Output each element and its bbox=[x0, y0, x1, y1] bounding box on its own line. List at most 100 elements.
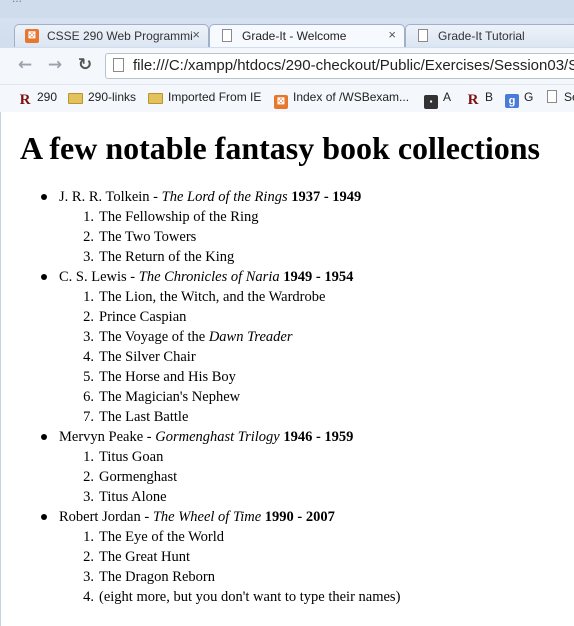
book-item: 3. The Voyage of the Dawn Treader bbox=[59, 327, 400, 347]
collections-list: J. R. R. Tolkein - The Lord of the Rings… bbox=[1, 187, 400, 607]
forward-arrow-icon[interactable]: → bbox=[44, 54, 66, 76]
tab-strip: ⊠ CSSE 290 Web Programmi × Grade-It - We… bbox=[0, 20, 574, 48]
window-title: ... bbox=[12, 0, 22, 5]
collection-item: C. S. Lewis - The Chronicles of Naria 19… bbox=[1, 267, 400, 427]
series-title: The Lord of the Rings bbox=[161, 189, 288, 205]
page-icon bbox=[113, 58, 125, 73]
bookmark-290[interactable]: R 290 bbox=[18, 90, 57, 108]
page-content: A few notable fantasy book collections J… bbox=[0, 112, 574, 626]
book-number: 7. bbox=[83, 409, 94, 425]
book-number: 1. bbox=[83, 209, 94, 225]
book-item: 1. The Lion, the Witch, and the Wardrobe bbox=[59, 287, 400, 307]
book-number: 2. bbox=[83, 469, 94, 485]
bookmarks-bar: R 290 290-links Imported From IE ⊠ Index o… bbox=[0, 84, 574, 112]
folder-icon bbox=[68, 93, 83, 104]
book-number: 3. bbox=[83, 249, 94, 265]
book-number: 3. bbox=[83, 329, 94, 345]
back-arrow-icon[interactable]: ← bbox=[14, 54, 36, 76]
books-list: 1. The Fellowship of the Ring 2. The Two To… bbox=[59, 207, 400, 267]
book-title: The Great Hunt bbox=[99, 549, 190, 565]
page-icon bbox=[416, 29, 430, 43]
book-title: The Dragon Reborn bbox=[99, 569, 215, 585]
book-item: 3. The Return of the King bbox=[59, 247, 400, 267]
book-title: The Horse and His Boy bbox=[99, 369, 236, 385]
r-icon: R bbox=[19, 92, 31, 108]
tab-label: CSSE 290 Web Programmi bbox=[47, 29, 193, 43]
bookmark-index-wsbexam[interactable]: ⊠ Index of /WSBexam... bbox=[274, 90, 409, 109]
book-number: 4. bbox=[83, 589, 94, 605]
tab-grade-it-welcome[interactable]: Grade-It - Welcome × bbox=[209, 24, 405, 47]
book-number: 1. bbox=[83, 289, 94, 305]
book-item: 1. Titus Goan bbox=[59, 447, 400, 467]
publication-years: 1990 - 2007 bbox=[261, 509, 335, 525]
window-title-bar: ... bbox=[0, 0, 574, 18]
book-title: The Two Towers bbox=[99, 229, 197, 245]
book-title: The Last Battle bbox=[99, 409, 189, 425]
page-icon bbox=[220, 29, 234, 43]
bookmark-se[interactable]: Se bbox=[545, 90, 574, 106]
book-item: 5. The Horse and His Boy bbox=[59, 367, 400, 387]
series-title: Gormenghast Trilogy bbox=[155, 429, 280, 445]
book-number: 2. bbox=[83, 229, 94, 245]
tab-csse-290[interactable]: ⊠ CSSE 290 Web Programmi × bbox=[14, 24, 209, 47]
book-title: The Voyage of the bbox=[99, 329, 209, 345]
book-item: 3. The Dragon Reborn bbox=[59, 567, 400, 587]
tab-grade-it-tutorial[interactable]: Grade-It Tutorial bbox=[405, 24, 574, 47]
book-item: 6. The Magician's Nephew bbox=[59, 387, 400, 407]
book-number: 2. bbox=[83, 309, 94, 325]
close-tab-icon[interactable]: × bbox=[388, 27, 396, 42]
book-number: 3. bbox=[83, 569, 94, 585]
page-icon bbox=[545, 90, 559, 104]
author: C. S. Lewis - bbox=[59, 269, 139, 285]
series-title: The Chronicles of Naria bbox=[138, 269, 280, 285]
close-tab-icon[interactable]: × bbox=[192, 27, 200, 42]
bookmark-imported-from-ie[interactable]: Imported From IE bbox=[148, 90, 261, 106]
collection-item: Mervyn Peake - Gormenghast Trilogy 1946 … bbox=[1, 427, 400, 507]
bookmark-b[interactable]: RB bbox=[466, 90, 493, 108]
collection-heading: Mervyn Peake - Gormenghast Trilogy 1946 … bbox=[59, 427, 400, 447]
collection-item: J. R. R. Tolkein - The Lord of the Rings… bbox=[1, 187, 400, 267]
publication-years: 1946 - 1959 bbox=[279, 429, 354, 445]
book-title: Titus Alone bbox=[99, 489, 167, 505]
book-title: Gormenghast bbox=[99, 469, 178, 485]
reload-icon[interactable]: ↻ bbox=[74, 54, 96, 76]
publication-years: 1949 - 1954 bbox=[279, 269, 354, 285]
browser-chrome: ... ⊠ CSSE 290 Web Programmi × Grade-It … bbox=[0, 0, 574, 112]
book-title: The Return of the King bbox=[99, 249, 235, 265]
collection-heading: C. S. Lewis - The Chronicles of Naria 19… bbox=[59, 267, 400, 287]
book-item: 7. The Last Battle bbox=[59, 407, 400, 427]
book-number: 1. bbox=[83, 529, 94, 545]
book-item: 2. The Two Towers bbox=[59, 227, 400, 247]
author: J. R. R. Tolkein - bbox=[59, 189, 162, 205]
book-item: 1. The Eye of the World bbox=[59, 527, 400, 547]
collection-heading: Robert Jordan - The Wheel of Time 1990 -… bbox=[59, 507, 400, 527]
book-number: 1. bbox=[83, 449, 94, 465]
book-item: 2. Gormenghast bbox=[59, 467, 400, 487]
author: Robert Jordan - bbox=[59, 509, 153, 525]
book-title: The Silver Chair bbox=[99, 349, 196, 365]
book-title: The Lion, the Witch, and the Wardrobe bbox=[99, 289, 326, 305]
book-item: 2. Prince Caspian bbox=[59, 307, 400, 327]
book-title: (eight more, but you don't want to type … bbox=[99, 589, 401, 605]
collection-heading: J. R. R. Tolkein - The Lord of the Rings… bbox=[59, 187, 400, 207]
bookmark-a[interactable]: ▪ A bbox=[424, 90, 451, 109]
author: Mervyn Peake - bbox=[59, 429, 156, 445]
tab-label: Grade-It - Welcome bbox=[242, 29, 347, 43]
address-bar[interactable]: file:///C:/xampp/htdocs/290-checkout/Pub… bbox=[105, 53, 574, 79]
book-item: 3. Titus Alone bbox=[59, 487, 400, 507]
publication-years: 1937 - 1949 bbox=[287, 189, 362, 205]
dark-icon: ▪ bbox=[424, 95, 438, 109]
book-number: 4. bbox=[83, 349, 94, 365]
book-title: The Eye of the World bbox=[99, 529, 224, 545]
bookmark-g[interactable]: gG bbox=[505, 90, 533, 108]
address-bar-url[interactable]: file:///C:/xampp/htdocs/290-checkout/Pub… bbox=[133, 57, 574, 74]
bookmark-290-links[interactable]: 290-links bbox=[68, 90, 136, 106]
xampp-icon: ⊠ bbox=[274, 95, 288, 109]
page-heading: A few notable fantasy book collections bbox=[20, 130, 540, 166]
book-title: The Fellowship of the Ring bbox=[99, 209, 259, 225]
book-title: Prince Caspian bbox=[99, 309, 187, 325]
book-number: 2. bbox=[83, 549, 94, 565]
book-title: Titus Goan bbox=[99, 449, 164, 465]
g-icon: g bbox=[505, 94, 519, 108]
book-item: 2. The Great Hunt bbox=[59, 547, 400, 567]
